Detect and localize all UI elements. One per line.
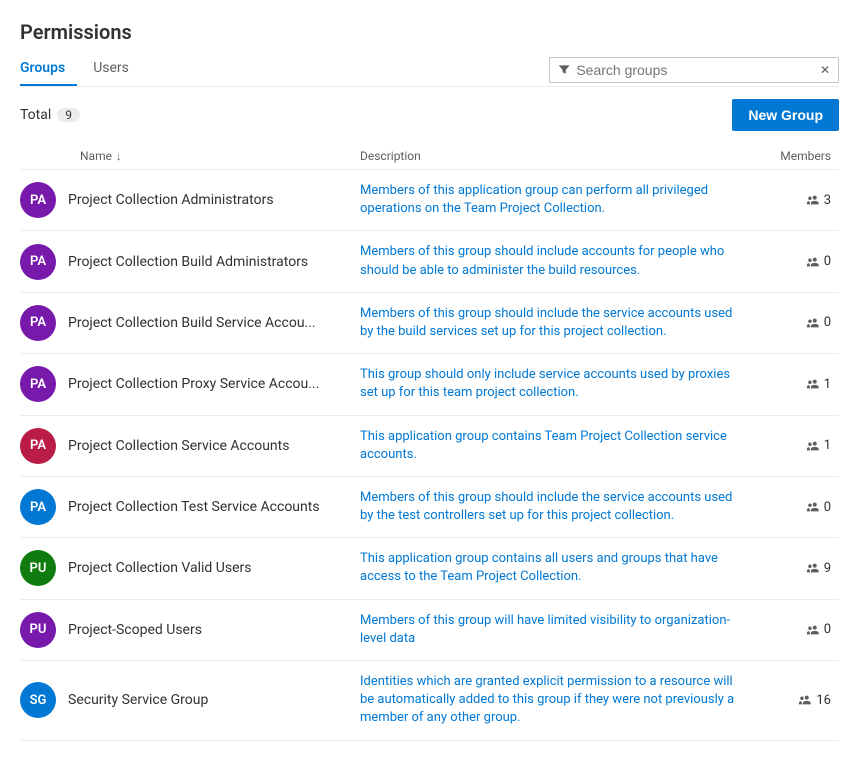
group-members: 3 <box>759 193 839 208</box>
table-row[interactable]: PU Project Collection Valid Users This a… <box>20 538 839 599</box>
col-header-description: Description <box>360 149 759 163</box>
group-description: This application group contains Team Pro… <box>360 428 759 464</box>
tabs-container: Groups Users <box>20 54 157 86</box>
members-icon <box>806 500 820 514</box>
avatar: PA <box>20 305 56 341</box>
group-members: 16 <box>759 693 839 708</box>
group-members: 0 <box>759 622 839 637</box>
members-icon <box>806 255 820 269</box>
group-name: Project-Scoped Users <box>68 622 202 638</box>
search-input[interactable] <box>576 62 816 78</box>
members-icon <box>798 693 812 707</box>
group-description: This application group contains all user… <box>360 550 759 586</box>
row-name-col: PA Project Collection Build Administrato… <box>20 244 360 280</box>
members-icon <box>806 623 820 637</box>
group-name: Project Collection Build Service Accou..… <box>68 315 316 331</box>
group-name: Project Collection Build Administrators <box>68 254 308 270</box>
table-row[interactable]: PA Project Collection Administrators Mem… <box>20 170 839 231</box>
row-name-col: PA Project Collection Proxy Service Acco… <box>20 366 360 402</box>
group-name: Project Collection Service Accounts <box>68 438 289 454</box>
group-description: Identities which are granted explicit pe… <box>360 673 759 728</box>
toolbar: Total 9 New Group <box>20 87 839 143</box>
row-name-col: PU Project-Scoped Users <box>20 612 360 648</box>
tab-groups[interactable]: Groups <box>20 54 77 86</box>
new-group-button[interactable]: New Group <box>732 99 839 131</box>
table-row[interactable]: PA Project Collection Proxy Service Acco… <box>20 354 839 415</box>
group-description: Members of this group should include acc… <box>360 243 759 279</box>
members-icon <box>806 193 820 207</box>
row-name-col: PA Project Collection Build Service Acco… <box>20 305 360 341</box>
avatar: SG <box>20 682 56 718</box>
group-members: 1 <box>759 377 839 392</box>
group-name: Project Collection Test Service Accounts <box>68 499 320 515</box>
page-title: Permissions <box>20 20 839 44</box>
table-row[interactable]: PA Project Collection Service Accounts T… <box>20 416 839 477</box>
table-row[interactable]: PA Project Collection Build Service Acco… <box>20 293 839 354</box>
group-name: Security Service Group <box>68 692 208 708</box>
avatar: PA <box>20 366 56 402</box>
members-icon <box>806 377 820 391</box>
group-description: Members of this application group can pe… <box>360 182 759 218</box>
row-name-col: SG Security Service Group <box>20 682 360 718</box>
group-name: Project Collection Administrators <box>68 192 274 208</box>
search-box[interactable]: ⊘ ✕ <box>549 57 839 83</box>
clear-search-icon[interactable]: ✕ <box>820 63 830 77</box>
table-row[interactable]: PA Project Collection Test Service Accou… <box>20 477 839 538</box>
total-label: Total <box>20 107 51 123</box>
total-badge: Total 9 <box>20 107 80 123</box>
avatar: PA <box>20 244 56 280</box>
row-name-col: PU Project Collection Valid Users <box>20 550 360 586</box>
group-members: 9 <box>759 561 839 576</box>
group-description: This group should only include service a… <box>360 366 759 402</box>
total-count: 9 <box>57 108 80 122</box>
row-name-col: PA Project Collection Administrators <box>20 182 360 218</box>
group-description: Members of this group should include the… <box>360 305 759 341</box>
avatar: PU <box>20 550 56 586</box>
group-members: 0 <box>759 500 839 515</box>
group-members: 1 <box>759 438 839 453</box>
members-icon <box>806 316 820 330</box>
filter-icon <box>558 63 570 77</box>
members-icon <box>806 439 820 453</box>
row-name-col: PA Project Collection Test Service Accou… <box>20 489 360 525</box>
group-description: Members of this group should include the… <box>360 489 759 525</box>
table-row[interactable]: PA Project Collection Build Administrato… <box>20 231 839 292</box>
col-header-members: Members <box>759 149 839 163</box>
row-name-col: PA Project Collection Service Accounts <box>20 428 360 464</box>
tab-users[interactable]: Users <box>93 54 141 86</box>
col-header-name: Name ↓ <box>20 149 360 163</box>
sort-icon[interactable]: ↓ <box>116 150 122 163</box>
group-description: Members of this group will have limited … <box>360 612 759 648</box>
group-members: 0 <box>759 315 839 330</box>
avatar: PA <box>20 428 56 464</box>
table-row[interactable]: SG Security Service Group Identities whi… <box>20 661 839 741</box>
members-icon <box>806 561 820 575</box>
avatar: PU <box>20 612 56 648</box>
avatar: PA <box>20 489 56 525</box>
group-name: Project Collection Valid Users <box>68 560 252 576</box>
table-row[interactable]: PU Project-Scoped Users Members of this … <box>20 600 839 661</box>
avatar: PA <box>20 182 56 218</box>
group-name: Project Collection Proxy Service Accou..… <box>68 376 319 392</box>
group-members: 0 <box>759 254 839 269</box>
table-header: Name ↓ Description Members <box>20 143 839 170</box>
table-body: PA Project Collection Administrators Mem… <box>20 170 839 741</box>
